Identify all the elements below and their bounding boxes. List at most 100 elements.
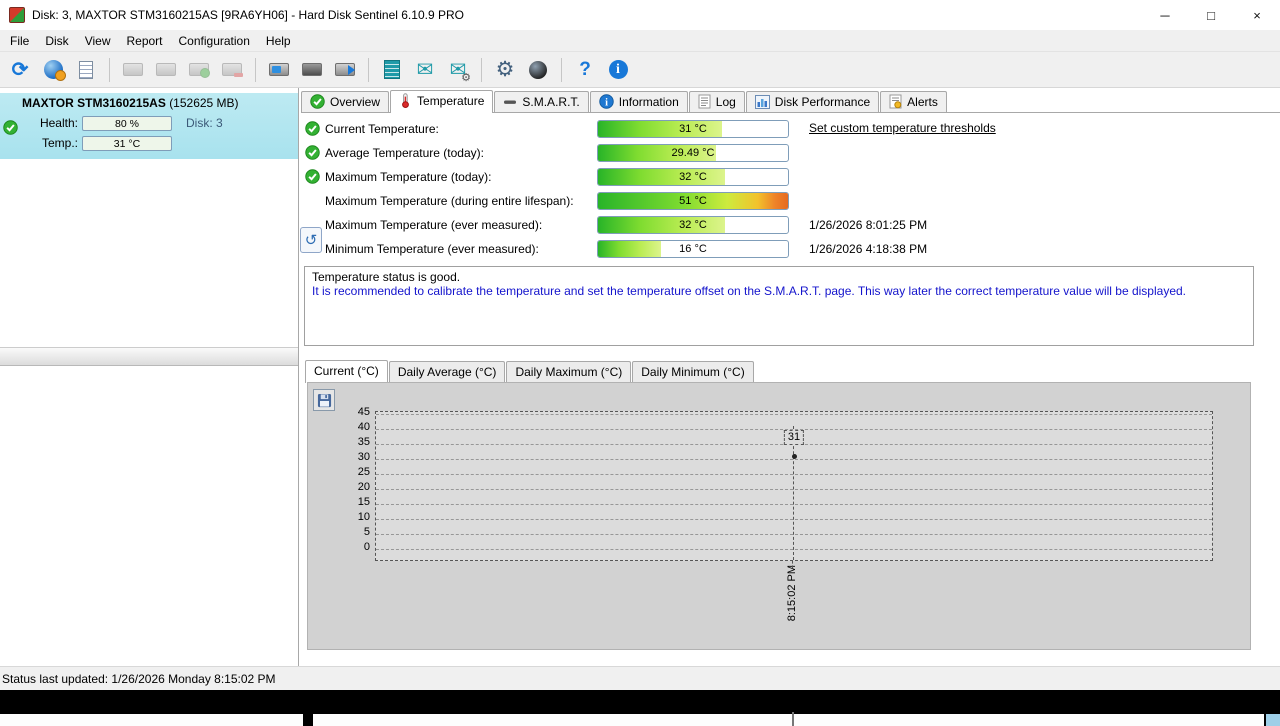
tab-label: S.M.A.R.T.	[522, 95, 579, 109]
desktop-accent	[1266, 714, 1280, 726]
content-panel: Overview Temperature S.M.A.R.T. i Informatio…	[299, 88, 1280, 666]
reset-min-max-button[interactable]: ↺	[300, 227, 322, 253]
temperature-bar: 16 °C	[597, 240, 789, 258]
x-tick-mark	[792, 561, 793, 568]
y-tick-label: 0	[336, 541, 370, 553]
temperature-timestamp: 1/26/2026 8:01:25 PM	[809, 218, 927, 232]
disk-accept-icon[interactable]	[185, 56, 213, 84]
info-circle-icon: i	[599, 94, 614, 109]
status-ok-icon	[305, 121, 321, 137]
settings-icon[interactable]: ⚙	[491, 56, 519, 84]
temperature-bar-value: 16 °C	[598, 243, 788, 255]
gridline	[376, 489, 1212, 490]
menu-report[interactable]: Report	[118, 32, 170, 50]
desktop-strip	[0, 690, 1280, 726]
help-icon[interactable]: ?	[571, 56, 599, 84]
save-chart-button[interactable]	[313, 389, 335, 411]
data-point-label: 31	[784, 430, 804, 445]
preferences-icon[interactable]	[524, 56, 552, 84]
temperature-row-label: Maximum Temperature (ever measured):	[325, 218, 542, 232]
tab-s-m-a-r-t[interactable]: S.M.A.R.T.	[494, 91, 588, 112]
mail-config-icon[interactable]: ✉⚙	[444, 56, 472, 84]
tab-log[interactable]: Log	[689, 91, 745, 112]
menu-configuration[interactable]: Configuration	[171, 32, 258, 50]
tab-temperature[interactable]: Temperature	[390, 90, 493, 113]
temperature-bar: 51 °C	[597, 192, 789, 210]
y-tick-label: 20	[336, 481, 370, 493]
chart-tab-daily-maximum-c[interactable]: Daily Maximum (°C)	[506, 361, 631, 382]
notebook-icon[interactable]	[378, 56, 406, 84]
menu-file[interactable]: File	[2, 32, 37, 50]
maximize-button[interactable]: □	[1188, 0, 1234, 30]
chart-tab-daily-minimum-c[interactable]: Daily Minimum (°C)	[632, 361, 753, 382]
report-icon[interactable]	[72, 56, 100, 84]
temp-bar: 31 °C	[82, 136, 172, 151]
tab-disk-performance[interactable]: Disk Performance	[746, 91, 879, 112]
chart-tab-current-c[interactable]: Current (°C)	[305, 360, 388, 383]
info-icon[interactable]: i	[604, 56, 632, 84]
gridline	[376, 414, 1212, 415]
disk-name: MAXTOR STM3160215AS	[22, 96, 166, 110]
tab-label: Overview	[330, 95, 380, 109]
temperature-row-label: Maximum Temperature (today):	[325, 170, 492, 184]
refresh-icon[interactable]: ⟳	[6, 56, 34, 84]
gridline	[376, 549, 1212, 550]
chart-tab-daily-average-c[interactable]: Daily Average (°C)	[389, 361, 506, 382]
temperature-bar: 32 °C	[597, 168, 789, 186]
tab-label: Information	[619, 95, 679, 109]
disk-move-icon[interactable]	[152, 56, 180, 84]
y-tick-label: 15	[336, 496, 370, 508]
close-button[interactable]: ×	[1234, 0, 1280, 30]
menu-view[interactable]: View	[77, 32, 119, 50]
y-tick-label: 40	[336, 421, 370, 433]
chart-tab-bar: Current (°C)Daily Average (°C)Daily Maxi…	[305, 360, 755, 382]
gridline	[376, 504, 1212, 505]
smart-dash-icon	[503, 95, 517, 109]
sidebar-splitter[interactable]	[0, 347, 298, 366]
window-controls: ─ □ ×	[1142, 0, 1280, 30]
toolbar-separator	[255, 58, 256, 82]
desktop-window-fragment	[313, 714, 1264, 726]
chart-panel: 31 8:15:02 PM 454035302520151050	[307, 382, 1251, 650]
undo-icon: ↺	[305, 233, 318, 248]
disk-copy-icon[interactable]	[119, 56, 147, 84]
disk-health-row: Health: 80 % Disk: 3	[0, 113, 298, 133]
disk-surface-icon[interactable]	[298, 56, 326, 84]
world-status-icon[interactable]	[39, 56, 67, 84]
temp-value: 31 °C	[83, 138, 171, 150]
thermometer-icon	[399, 93, 412, 108]
main-area: MAXTOR STM3160215AS (152625 MB) Health: …	[0, 88, 1280, 666]
temperature-bar-value: 51 °C	[598, 195, 788, 207]
tab-alerts[interactable]: Alerts	[880, 91, 947, 112]
gridline	[376, 459, 1212, 460]
disk-remove-icon[interactable]	[218, 56, 246, 84]
temperature-bar-value: 31 °C	[598, 123, 788, 135]
window-title: Disk: 3, MAXTOR STM3160215AS [9RA6YH06] …	[32, 8, 464, 22]
tab-overview[interactable]: Overview	[301, 91, 389, 112]
data-point-vline	[793, 426, 794, 560]
minimize-button[interactable]: ─	[1142, 0, 1188, 30]
tab-information[interactable]: i Information	[590, 91, 688, 112]
y-tick-label: 45	[336, 406, 370, 418]
temperature-row: Maximum Temperature (ever measured):32 °…	[299, 214, 1280, 238]
status-ok-icon	[305, 169, 321, 185]
temperature-row: Minimum Temperature (ever measured):16 °…	[299, 238, 1280, 262]
toolbar: ⟳ ✉✉⚙ ⚙?i	[0, 52, 1280, 88]
menu-disk[interactable]: Disk	[37, 32, 76, 50]
disk-list-sidebar: MAXTOR STM3160215AS (152625 MB) Health: …	[0, 88, 299, 666]
app-logo-icon	[9, 7, 25, 23]
temperature-row-label: Average Temperature (today):	[325, 146, 484, 160]
mail-icon[interactable]: ✉	[411, 56, 439, 84]
set-custom-thresholds-link[interactable]: Set custom temperature thresholds	[809, 121, 996, 135]
temperature-row: Current Temperature:31 °C	[299, 118, 1280, 142]
disk-list-item-selected[interactable]: MAXTOR STM3160215AS (152625 MB) Health: …	[0, 93, 298, 159]
temperature-timestamp: 1/26/2026 4:18:38 PM	[809, 242, 927, 256]
y-tick-label: 5	[336, 526, 370, 538]
disk-detect-icon[interactable]	[265, 56, 293, 84]
menu-help[interactable]: Help	[258, 32, 299, 50]
x-tick-label: 8:15:02 PM	[786, 565, 798, 621]
disk-eject-icon[interactable]	[331, 56, 359, 84]
desktop-window-fragment	[0, 714, 303, 726]
temperature-bar: 31 °C	[597, 120, 789, 138]
disk-health-ok-icon	[3, 120, 18, 138]
